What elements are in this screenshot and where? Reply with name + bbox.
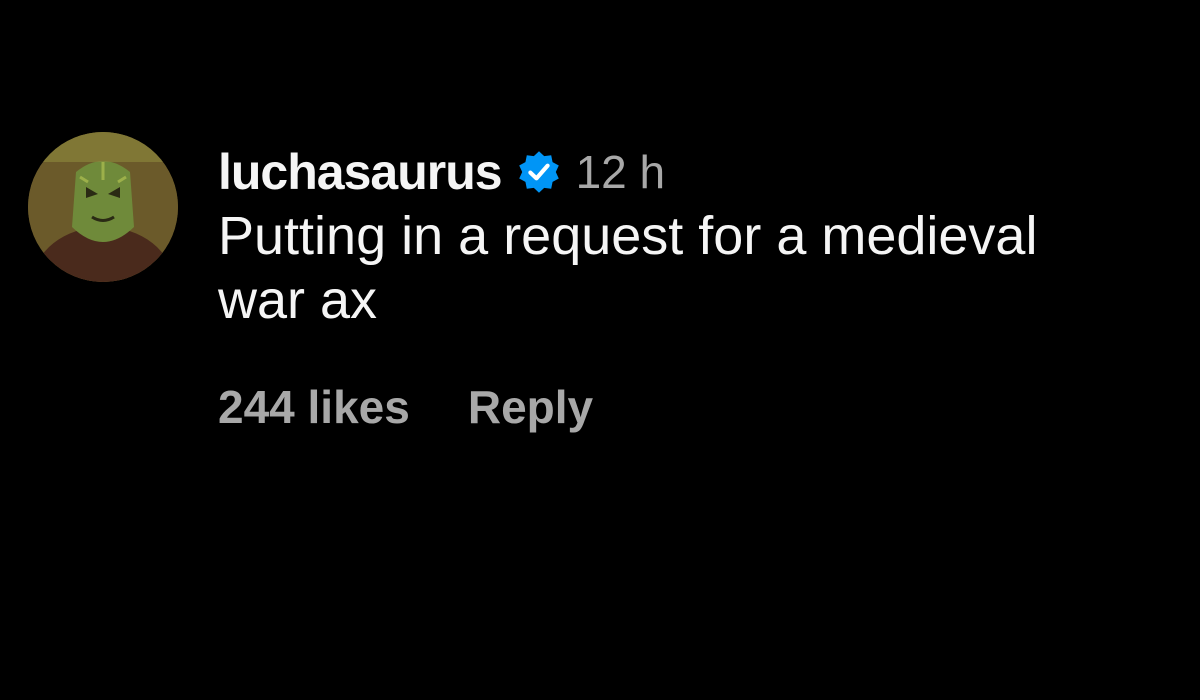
comment-body: luchasaurus 12 h Putting in a request fo…: [218, 142, 1118, 434]
comment-header: luchasaurus 12 h: [218, 142, 1118, 202]
comment: luchasaurus 12 h Putting in a request fo…: [28, 132, 1168, 434]
avatar-image: [28, 132, 178, 282]
timestamp: 12 h: [575, 146, 666, 198]
likes-count[interactable]: 244 likes: [218, 380, 410, 434]
username[interactable]: luchasaurus: [218, 143, 503, 201]
avatar[interactable]: [28, 132, 178, 282]
verified-badge-icon: [518, 151, 559, 193]
reply-button[interactable]: Reply: [468, 380, 593, 434]
comment-text: Putting in a request for a medieval war …: [218, 206, 1038, 330]
comment-actions: 244 likes Reply: [218, 380, 1118, 434]
